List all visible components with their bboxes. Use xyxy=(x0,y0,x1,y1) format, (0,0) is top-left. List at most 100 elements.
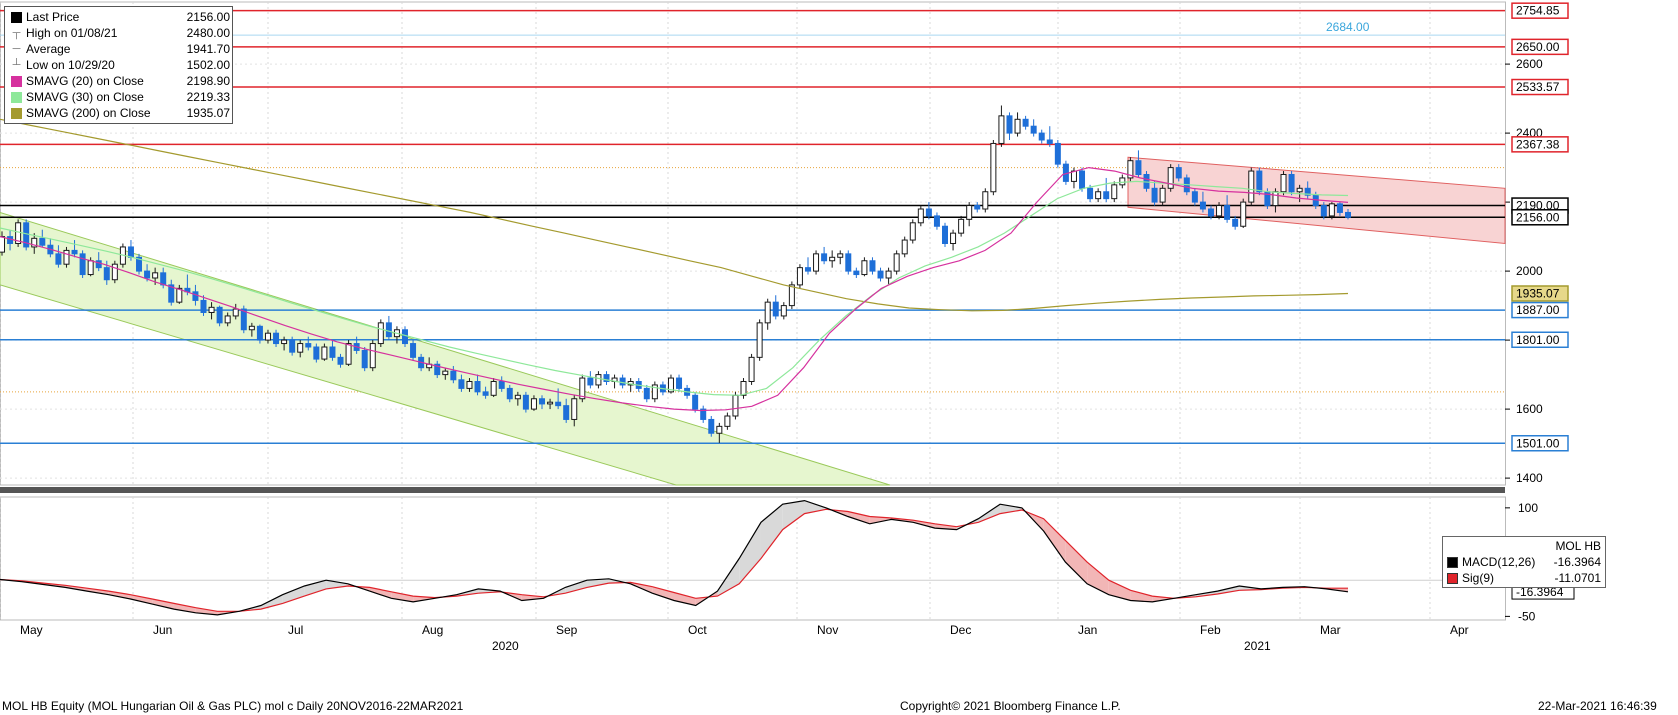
macd-legend: MOL HB MACD(12,26) -16.3964 Sig(9) -11.070… xyxy=(1442,536,1606,588)
candle-body xyxy=(917,208,924,224)
candle-body xyxy=(1320,205,1327,217)
legend-sma20: SMAVG (20) on Close 2198.90 xyxy=(11,73,230,89)
macd-hist-fill xyxy=(652,586,674,601)
candle-body xyxy=(861,260,868,276)
month-tick-label: Jun xyxy=(153,623,172,637)
candle-body xyxy=(377,322,384,345)
candle-body xyxy=(901,239,908,255)
candle-body xyxy=(1135,160,1142,175)
candle-body xyxy=(337,356,344,365)
candle-body xyxy=(232,308,239,317)
month-tick-label: Dec xyxy=(950,623,971,637)
candle-body xyxy=(853,270,860,276)
low-marker-icon: ┴ xyxy=(12,59,21,71)
price-chart-svg: May Jun Jul Aug Sep Oct Nov Dec Jan Feb Mar Apr 2020… xyxy=(0,1,1575,653)
candle-body xyxy=(998,115,1005,144)
price-legend: Last Price 2156.00 ┬ High on 01/08/21 2480.… xyxy=(4,6,233,124)
level-label-2650.00: 2650.00 xyxy=(1516,40,1560,54)
candle-body xyxy=(740,381,747,396)
candle-body xyxy=(1199,201,1206,210)
candle-body xyxy=(1175,167,1182,179)
candle-body xyxy=(345,343,352,365)
price-tick-label: 2600 xyxy=(1516,57,1543,71)
candle-body xyxy=(144,270,151,279)
candle-body xyxy=(1087,187,1094,200)
candle-body xyxy=(1022,118,1029,127)
candle-body xyxy=(724,415,731,427)
candle-body xyxy=(1014,118,1021,134)
candle-body xyxy=(522,394,529,410)
candle-body xyxy=(676,377,683,389)
month-tick-label: May xyxy=(20,623,43,637)
candle-body xyxy=(0,236,5,253)
candle-body xyxy=(1280,174,1287,193)
candle-body xyxy=(1224,205,1231,220)
candle-body xyxy=(55,253,62,265)
candle-body xyxy=(619,377,626,386)
candle-body xyxy=(466,381,473,389)
candle-body xyxy=(732,394,739,417)
year-tick-label: 2021 xyxy=(1244,639,1271,653)
candle-body xyxy=(248,325,255,331)
candle-body xyxy=(87,260,94,276)
price-tick-label: 1600 xyxy=(1516,402,1543,416)
candle-body xyxy=(877,270,884,279)
candle-body xyxy=(829,256,836,262)
candle-body xyxy=(7,236,14,245)
legend-sma200: SMAVG (200) on Close 1935.07 xyxy=(11,105,230,121)
month-tick-label: Jul xyxy=(288,623,303,637)
level-label-2754.85: 2754.85 xyxy=(1516,4,1560,18)
candle-body xyxy=(297,343,304,353)
candle-body xyxy=(1345,211,1351,218)
candle-body xyxy=(152,272,159,279)
candle-body xyxy=(708,418,715,434)
candle-body xyxy=(111,263,118,281)
candle-body xyxy=(1216,205,1223,217)
macd-hist-fill xyxy=(282,585,305,604)
candle-body xyxy=(208,306,215,314)
month-tick-label: Aug xyxy=(422,623,443,637)
candle-body xyxy=(385,322,392,338)
candle-body xyxy=(869,260,876,272)
legend-sma30: SMAVG (30) on Close 2219.33 xyxy=(11,89,230,105)
level-label-1801.00: 1801.00 xyxy=(1516,333,1560,347)
candle-body xyxy=(547,401,554,405)
candle-body xyxy=(1207,208,1214,217)
candle-body xyxy=(79,253,86,276)
month-tick-label: Oct xyxy=(688,623,707,637)
candle-body xyxy=(1159,187,1166,203)
candle-body xyxy=(643,387,650,400)
month-tick-label: Mar xyxy=(1320,623,1341,637)
candle-body xyxy=(281,339,288,345)
candle-body xyxy=(1151,187,1158,203)
candle-body xyxy=(321,346,328,360)
candle-body xyxy=(442,370,449,376)
candle-body xyxy=(885,270,892,279)
candle-body xyxy=(813,253,820,272)
candle-body xyxy=(1328,203,1335,217)
candle-body xyxy=(756,322,763,358)
candle-body xyxy=(450,370,457,381)
candle-body xyxy=(982,191,989,210)
candle-body xyxy=(369,343,376,369)
candle-body xyxy=(716,425,723,434)
candle-body xyxy=(514,394,521,400)
candle-body xyxy=(498,381,505,389)
year-tick-label: 2020 xyxy=(492,639,519,653)
candle-body xyxy=(772,301,779,317)
candle-body xyxy=(1296,187,1303,193)
level-label-2533.57: 2533.57 xyxy=(1516,80,1560,94)
candle-body xyxy=(200,299,207,313)
candle-body xyxy=(1288,174,1295,193)
level-label-2684.00: 2684.00 xyxy=(1326,20,1370,34)
candle-body xyxy=(1054,142,1061,165)
macd-hist-fill xyxy=(760,504,783,559)
level-label-2156.00: 2156.00 xyxy=(1516,210,1560,224)
month-tick-label: Nov xyxy=(817,623,838,637)
level-label-1887.00: 1887.00 xyxy=(1516,303,1560,317)
high-marker-icon: ┬ xyxy=(12,27,21,39)
candle-body xyxy=(1272,191,1279,207)
candle-body xyxy=(1119,177,1126,186)
candle-body xyxy=(1006,115,1013,134)
candle-body xyxy=(1030,125,1037,134)
